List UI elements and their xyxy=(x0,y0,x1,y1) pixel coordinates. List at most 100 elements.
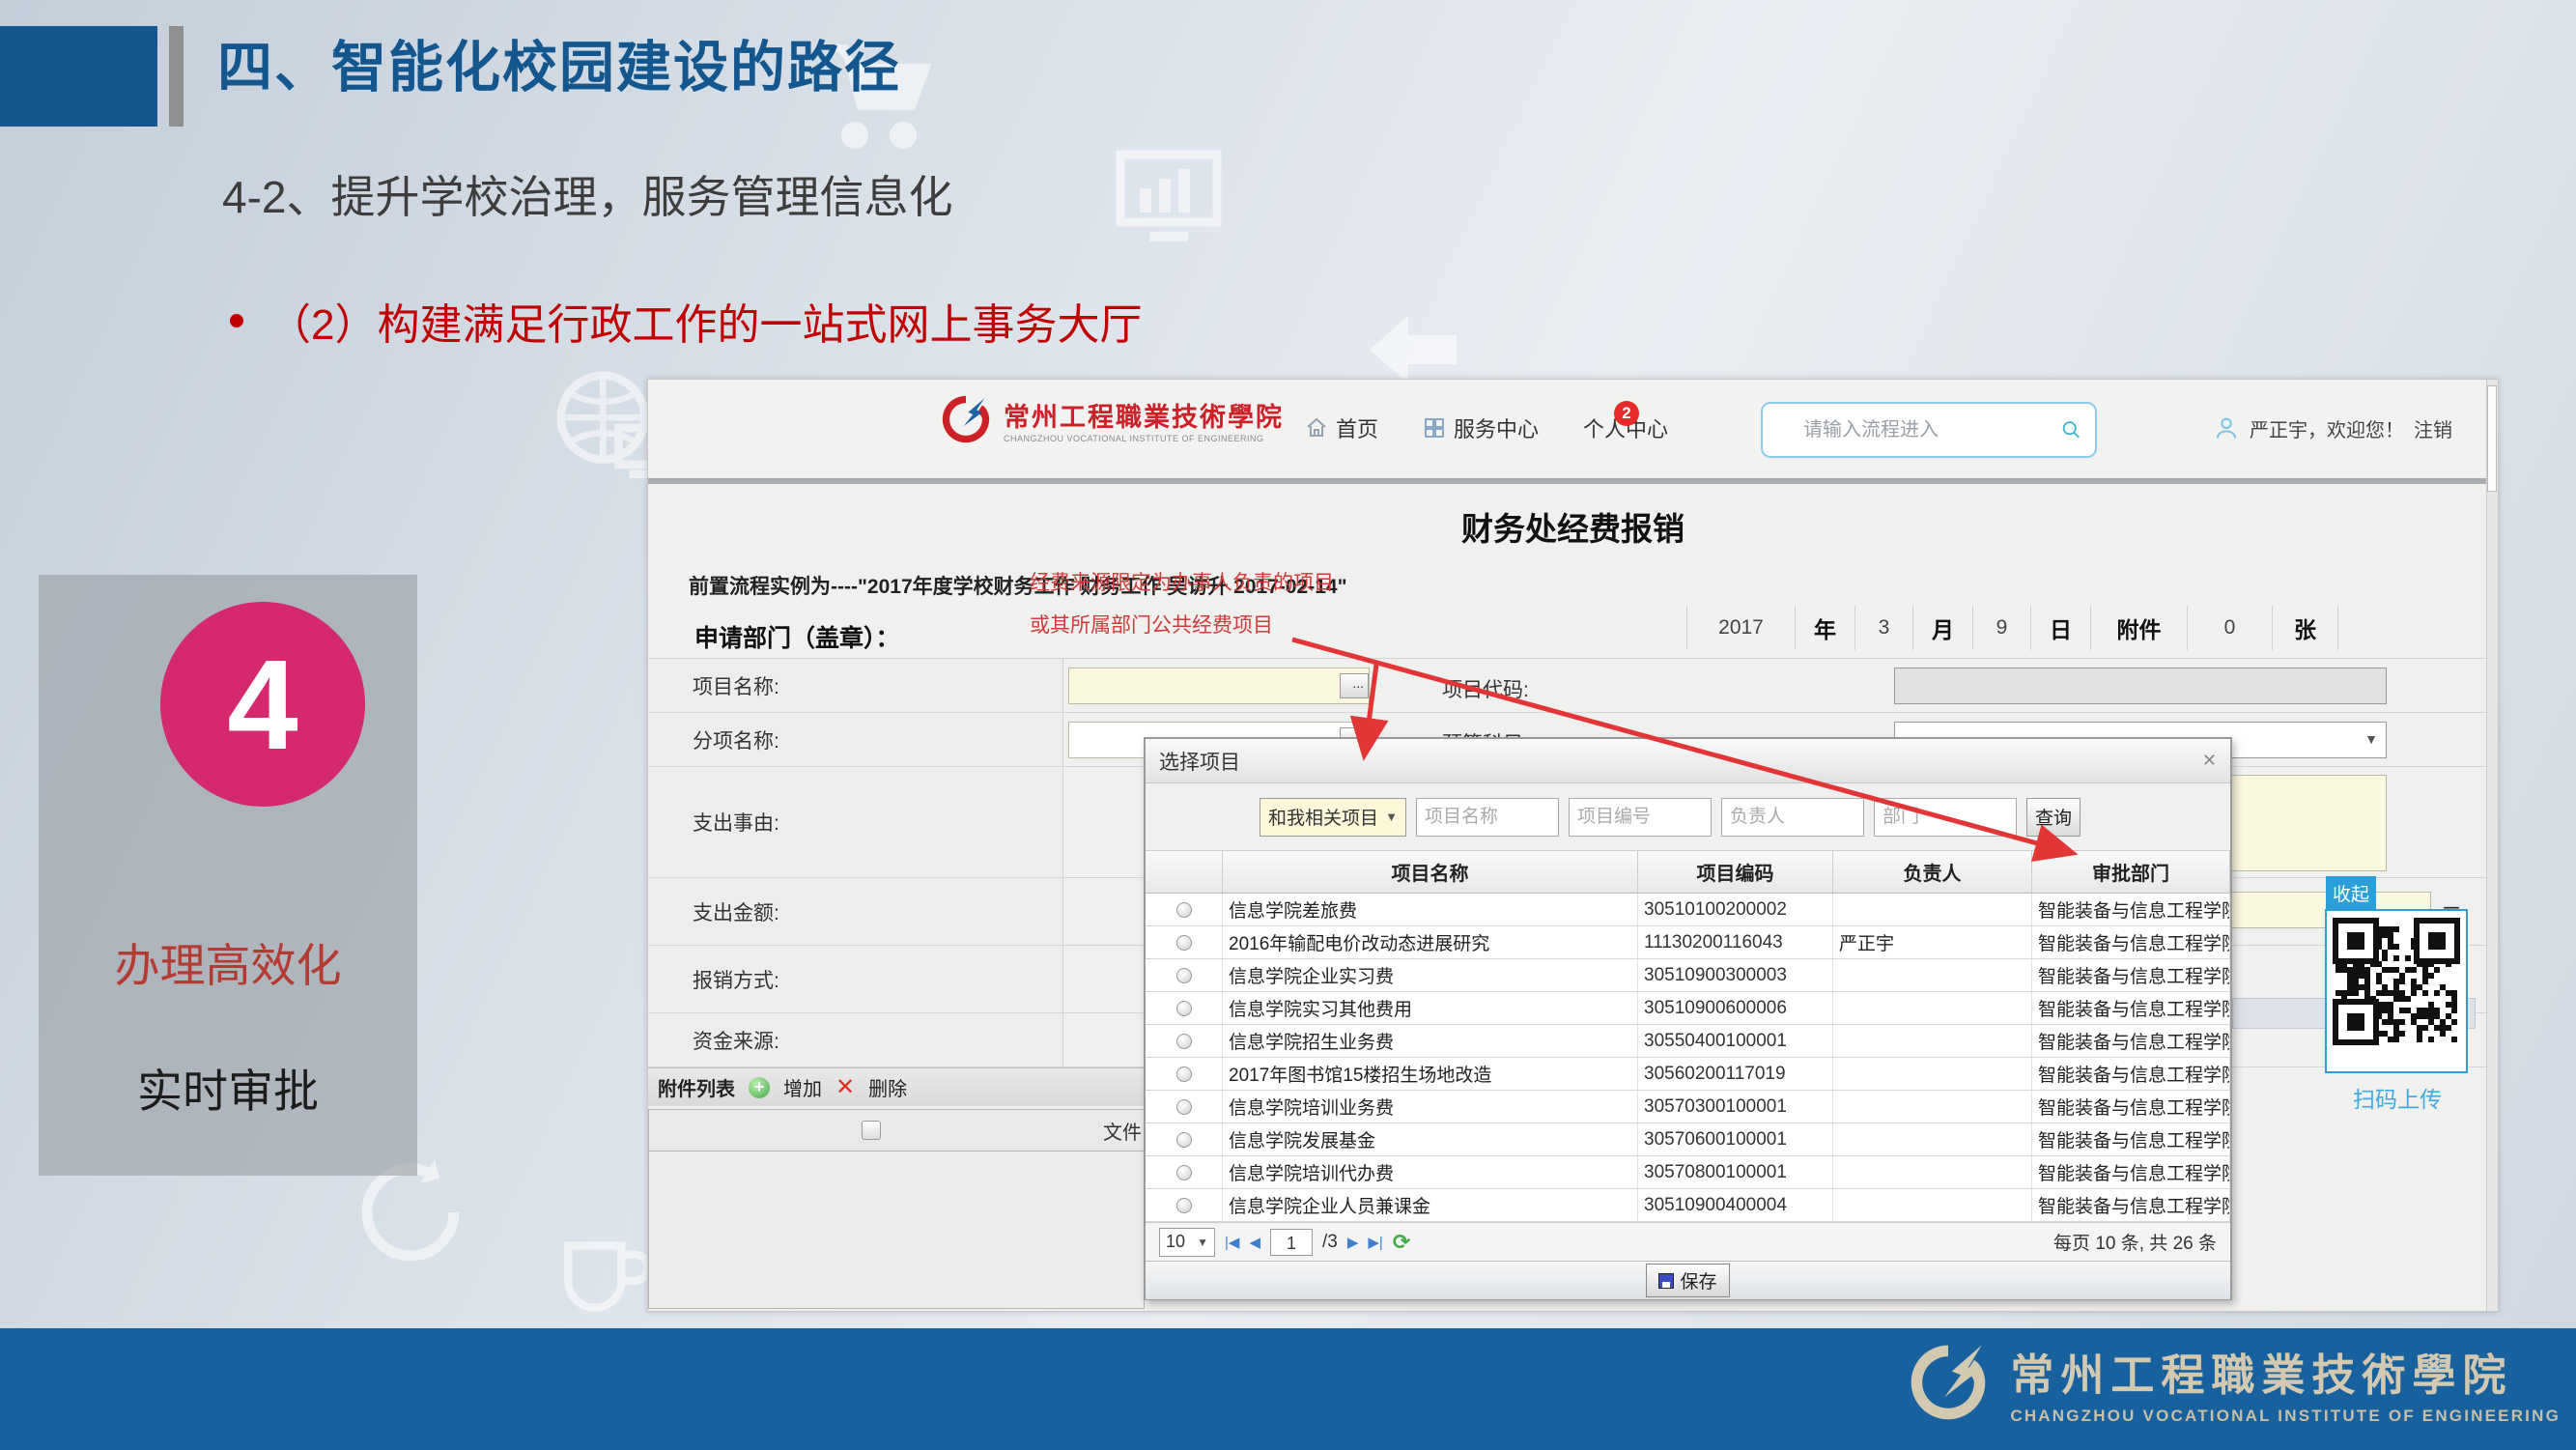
row-radio-cell xyxy=(1146,1156,1223,1188)
row-project-name: 2016年输配电价改动态进展研究 xyxy=(1223,926,1638,958)
expense-reason-label: 支出事由: xyxy=(648,767,1063,877)
nav-item-service-center[interactable]: 服务中心 xyxy=(1423,412,1539,443)
row-project-name: 信息学院招生业务费 xyxy=(1223,1025,1638,1057)
row-radio[interactable] xyxy=(1176,968,1192,983)
nav-item-home[interactable]: 首页 xyxy=(1305,412,1378,443)
filter-project-code-input[interactable] xyxy=(1569,798,1712,837)
row-project-name: 信息学院培训代办费 xyxy=(1223,1156,1638,1188)
row-radio-cell xyxy=(1146,959,1223,991)
table-row: 信息学院发展基金30570600100001智能装备与信息工程学院 xyxy=(1146,1123,2230,1156)
cup-icon xyxy=(551,1219,657,1325)
filter-project-name-input[interactable] xyxy=(1416,798,1559,837)
row-radio[interactable] xyxy=(1176,1066,1192,1082)
row-owner xyxy=(1833,1058,2032,1090)
project-name-input[interactable] xyxy=(1068,668,1370,704)
dialog-titlebar: 选择项目 ✕ xyxy=(1146,739,2230,783)
row-radio[interactable] xyxy=(1176,1198,1192,1213)
attachment-delete-button[interactable]: 删除 xyxy=(868,1073,907,1101)
logout-link[interactable]: 注销 xyxy=(2414,414,2452,442)
qr-collapse-button[interactable]: 收起 xyxy=(2326,876,2376,909)
page-size-value: 10 xyxy=(1166,1232,1185,1252)
delete-icon[interactable]: ✕ xyxy=(835,1073,855,1101)
attachment-table-body xyxy=(648,1151,1145,1309)
attachment-add-button[interactable]: 增加 xyxy=(783,1073,822,1101)
user-welcome: 严正宇，欢迎您！ xyxy=(2250,414,2404,442)
process-search-box[interactable] xyxy=(1761,402,2097,458)
radio-column-header xyxy=(1146,851,1223,893)
code-column-header: 项目编码 xyxy=(1638,851,1833,893)
dialog-filter-bar: 和我相关项目 ▼ 查询 xyxy=(1146,783,2230,851)
save-button[interactable]: 保存 xyxy=(1646,1264,1729,1297)
row-owner xyxy=(1833,894,2032,925)
select-all-checkbox[interactable] xyxy=(862,1121,881,1140)
add-icon[interactable]: + xyxy=(749,1077,770,1098)
date-month: 3 xyxy=(1855,606,1913,650)
page-number-input[interactable]: 1 xyxy=(1270,1229,1313,1256)
attachment-count: 0 xyxy=(2188,606,2273,650)
project-table-header: 项目名称 项目编码 负责人 审批部门 xyxy=(1146,851,2230,894)
date-year-unit: 年 xyxy=(1796,606,1855,650)
project-name-picker-button[interactable]: ... xyxy=(1340,673,1369,698)
school-logo-text-en: CHANGZHOU VOCATIONAL INSTITUTE OF ENGINE… xyxy=(1004,434,1284,443)
row-dept: 智能装备与信息工程学院 xyxy=(2032,992,2230,1024)
row-radio[interactable] xyxy=(1176,902,1192,918)
school-logo-icon xyxy=(938,391,994,447)
query-button[interactable]: 查询 xyxy=(2026,798,2081,837)
school-logo-text-cn: 常州工程職業技術學院 xyxy=(1004,396,1284,434)
notification-badge[interactable]: 2 xyxy=(1614,401,1639,426)
row-radio[interactable] xyxy=(1176,1001,1192,1016)
attachment-label: 附件 xyxy=(2091,606,2188,650)
row-radio[interactable] xyxy=(1176,1034,1192,1049)
row-owner: 严正宇 xyxy=(1833,926,2032,958)
row-project-code: 30560200117019 xyxy=(1638,1058,1833,1090)
first-page-button[interactable]: |◀ xyxy=(1225,1234,1239,1251)
row-radio[interactable] xyxy=(1176,1099,1192,1115)
row-radio-cell xyxy=(1146,894,1223,925)
search-icon[interactable] xyxy=(2061,416,2081,443)
attachment-list-title: 附件列表 xyxy=(658,1073,735,1101)
title-accent-bar xyxy=(169,26,184,127)
page-size-select[interactable]: 10 ▼ xyxy=(1159,1228,1215,1257)
row-project-name: 信息学院培训业务费 xyxy=(1223,1091,1638,1123)
row-owner xyxy=(1833,1156,2032,1188)
close-icon[interactable]: ✕ xyxy=(2202,751,2217,771)
filter-scope-select[interactable]: 和我相关项目 ▼ xyxy=(1260,798,1406,837)
save-label: 保存 xyxy=(1680,1267,1716,1294)
row-project-code: 30570300100001 xyxy=(1638,1091,1833,1123)
step-caption-2: 实时审批 xyxy=(39,1054,417,1121)
qr-caption: 扫码上传 xyxy=(2306,1081,2489,1114)
row-radio[interactable] xyxy=(1176,935,1192,951)
row-project-code: 30550400100001 xyxy=(1638,1025,1833,1057)
table-row: 2017年图书馆15楼招生场地改造30560200117019智能装备与信息工程… xyxy=(1146,1058,2230,1091)
last-page-button[interactable]: ▶| xyxy=(1368,1234,1382,1251)
filter-dept-input[interactable] xyxy=(1874,798,2017,837)
row-project-code: 30570600100001 xyxy=(1638,1123,1833,1155)
row-dept: 智能装备与信息工程学院 xyxy=(2032,1091,2230,1123)
filter-owner-input[interactable] xyxy=(1721,798,1864,837)
chevron-down-icon: ▼ xyxy=(1385,810,1398,824)
row-project-name: 信息学院企业实习费 xyxy=(1223,959,1638,991)
date-month-unit: 月 xyxy=(1913,606,1973,650)
prev-page-button[interactable]: ◀ xyxy=(1249,1234,1260,1251)
row-radio-cell xyxy=(1146,1123,1223,1155)
attachment-table-header: 文件 xyxy=(648,1109,1145,1151)
scrollbar-thumb[interactable] xyxy=(2487,385,2497,492)
next-page-button[interactable]: ▶ xyxy=(1347,1234,1359,1251)
arrow-left-icon xyxy=(1360,311,1466,388)
row-radio[interactable] xyxy=(1176,1132,1192,1148)
save-icon xyxy=(1658,1273,1674,1289)
refresh-icon[interactable]: ⟳ xyxy=(1393,1230,1410,1255)
row-project-code: 30510900400004 xyxy=(1638,1189,1833,1221)
search-input[interactable] xyxy=(1801,418,2061,442)
pagination-summary: 每页 10 条, 共 26 条 xyxy=(2053,1229,2217,1255)
user-icon xyxy=(2213,414,2240,441)
project-name-label: 项目名称: xyxy=(648,659,1063,712)
nav-home-label: 首页 xyxy=(1336,412,1378,443)
footer-logo: 常州工程職業技術學院 CHANGZHOU VOCATIONAL INSTITUT… xyxy=(1904,1338,2561,1427)
row-project-name: 信息学院差旅费 xyxy=(1223,894,1638,925)
app-logo: 常州工程職業技術學院 CHANGZHOU VOCATIONAL INSTITUT… xyxy=(938,391,1284,447)
row-radio[interactable] xyxy=(1176,1165,1192,1180)
owner-column-header: 负责人 xyxy=(1833,851,2032,893)
step-caption-1: 办理高效化 xyxy=(39,928,417,995)
row-owner xyxy=(1833,1189,2032,1221)
